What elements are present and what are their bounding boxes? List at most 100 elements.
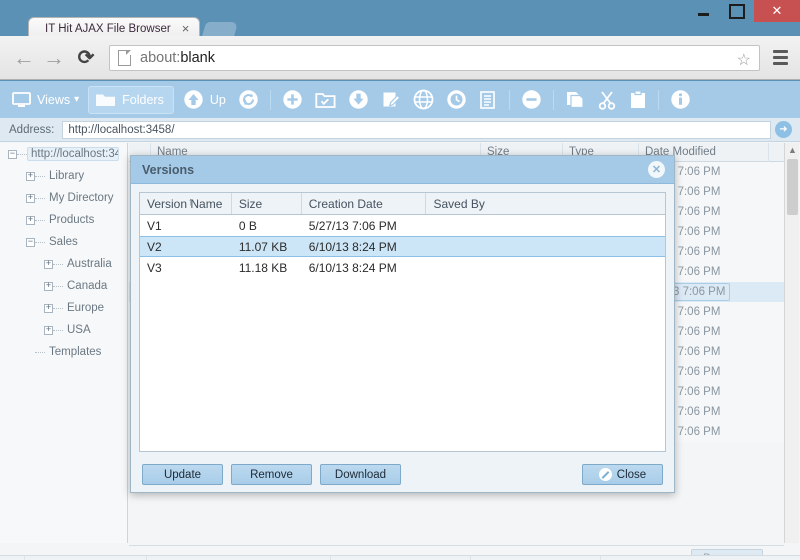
toolbar-separator-4 <box>657 89 659 110</box>
file-date-modified: 3 7:06 PM <box>668 346 721 358</box>
tab-strip: IT Hit AJAX File Browser × <box>0 0 800 40</box>
remove-button[interactable]: Remove <box>231 464 312 485</box>
tree-expander[interactable]: + <box>44 325 53 335</box>
back-icon[interactable]: ← <box>9 43 39 73</box>
info-button[interactable] <box>664 81 697 118</box>
tree-expander[interactable]: + <box>44 259 53 269</box>
tree-connector <box>53 263 63 265</box>
close-dialog-button[interactable]: Close <box>582 464 663 485</box>
tree-item-products[interactable]: + Products <box>0 209 127 231</box>
update-button[interactable]: Update <box>142 464 223 485</box>
add-button[interactable] <box>276 81 309 118</box>
paste-button[interactable] <box>623 81 653 118</box>
tree-root-row[interactable]: − http://localhost:3458/ <box>0 143 127 165</box>
address-label: Address: <box>9 123 55 136</box>
version-created: 6/10/13 8:24 PM <box>308 260 397 275</box>
dest-separator-3 <box>330 556 331 560</box>
address-input[interactable]: http://localhost:3458/ <box>62 120 771 139</box>
tree-item-library[interactable]: + Library <box>0 165 127 187</box>
versions-row[interactable]: V1 0 B 5/27/13 7:06 PM <box>140 215 665 236</box>
chrome-menu-icon[interactable] <box>766 50 794 65</box>
forward-icon[interactable]: → <box>39 43 69 73</box>
tree-expander[interactable]: + <box>44 281 53 291</box>
download-button[interactable] <box>342 81 375 118</box>
omnibox[interactable]: about:blank ☆ <box>109 44 760 71</box>
history-button[interactable] <box>440 81 473 118</box>
tree-root-label: http://localhost:3458/ <box>27 147 119 161</box>
tree-expander[interactable]: + <box>44 303 53 313</box>
close-circle-icon <box>598 468 612 481</box>
versions-dialog-close-icon[interactable]: ✕ <box>648 161 665 178</box>
version-name: V3 <box>147 260 162 275</box>
tree-expander[interactable]: + <box>26 193 35 203</box>
copy-button[interactable] <box>559 81 591 118</box>
bookmark-star-icon[interactable]: ☆ <box>737 50 751 70</box>
app-address-bar: Address: http://localhost:3458/ ➜ <box>0 118 800 142</box>
new-tab-button[interactable] <box>201 22 239 37</box>
tree-item-my-directory[interactable]: + My Directory <box>0 187 127 209</box>
browser-titlebar: IT Hit AJAX File Browser × ✕ <box>0 0 800 40</box>
tree-item-label: USA <box>67 324 91 336</box>
versions-grid-header: Version Name ↑ Size Creation Date Saved … <box>140 193 665 215</box>
version-size: 11.18 KB <box>238 260 288 275</box>
tree-item-canada[interactable]: + Canada <box>0 275 127 297</box>
tree-expander[interactable]: − <box>26 237 35 247</box>
scroll-up-arrow-icon[interactable]: ▲ <box>785 143 800 157</box>
file-date-modified: 3 7:06 PM <box>668 266 721 278</box>
tab-close-icon[interactable]: × <box>179 22 192 35</box>
versions-row[interactable]: V2 11.07 KB 6/10/13 8:24 PM <box>140 236 665 257</box>
browser-window: IT Hit AJAX File Browser × ✕ ← → ⟳ about… <box>0 0 800 560</box>
new-folder-button[interactable] <box>309 81 342 118</box>
minimize-button[interactable] <box>686 0 720 22</box>
file-list-scrollbar[interactable]: ▲ <box>784 143 799 543</box>
globe-button[interactable] <box>407 81 440 118</box>
dest-separator-1 <box>24 556 25 560</box>
window-close-button[interactable]: ✕ <box>754 0 800 22</box>
views-button[interactable]: Views ▾ <box>6 81 85 118</box>
cut-button[interactable] <box>591 81 623 118</box>
versions-column-size[interactable]: Size <box>232 193 302 214</box>
address-go-icon[interactable]: ➜ <box>775 121 792 138</box>
tree-item-label: Templates <box>49 346 102 358</box>
app-toolbar: Views ▾ Folders Up <box>0 81 800 118</box>
folders-button[interactable]: Folders <box>88 85 174 114</box>
tree-item-usa[interactable]: + USA <box>0 319 127 341</box>
versions-column-version-name[interactable]: Version Name ↑ <box>140 193 232 214</box>
monitor-icon <box>12 91 31 107</box>
versions-column-creation-date[interactable]: Creation Date <box>302 193 427 214</box>
tree-item-australia[interactable]: + Australia <box>0 253 127 275</box>
version-created: 6/10/13 8:24 PM <box>308 239 397 254</box>
delete-button[interactable] <box>515 81 548 118</box>
versions-column-saved-by[interactable]: Saved By <box>426 193 665 214</box>
cut-icon <box>598 90 616 110</box>
properties-button[interactable] <box>473 81 504 118</box>
window-controls: ✕ <box>686 0 800 22</box>
file-date-modified: 3 7:06 PM <box>668 366 721 378</box>
versions-dialog-titlebar[interactable]: Versions ✕ <box>131 156 674 184</box>
tree-connector <box>53 307 63 309</box>
toolbar-separator-2 <box>508 89 510 110</box>
tree-expander[interactable]: + <box>26 171 35 181</box>
tree-connector <box>35 351 45 353</box>
up-button[interactable]: Up <box>177 81 232 118</box>
refresh-button[interactable] <box>232 81 265 118</box>
browser-navbar: ← → ⟳ about:blank ☆ <box>0 36 800 80</box>
versions-row[interactable]: V3 11.18 KB 6/10/13 8:24 PM <box>140 257 665 278</box>
tree-item-sales[interactable]: − Sales <box>0 231 127 253</box>
tree-item-templates[interactable]: Templates <box>0 341 127 363</box>
tree-expander-root[interactable]: − <box>8 149 17 159</box>
edit-button[interactable] <box>375 81 407 118</box>
folders-label: Folders <box>122 92 164 107</box>
reload-icon[interactable]: ⟳ <box>71 43 101 73</box>
scrollbar-thumb[interactable] <box>787 159 798 215</box>
file-date-modified: 3 7:06 PM <box>668 226 721 238</box>
download-version-button[interactable]: Download <box>320 464 401 485</box>
maximize-button[interactable] <box>720 0 754 22</box>
browser-tab-title: IT Hit AJAX File Browser <box>45 23 171 35</box>
tree-item-label: Library <box>49 170 85 182</box>
file-date-modified: 3 7:06 PM <box>668 326 721 338</box>
tree-expander[interactable]: + <box>26 215 35 225</box>
tree-item-label: Products <box>49 214 95 226</box>
edit-icon <box>383 92 401 106</box>
tree-item-europe[interactable]: + Europe <box>0 297 127 319</box>
